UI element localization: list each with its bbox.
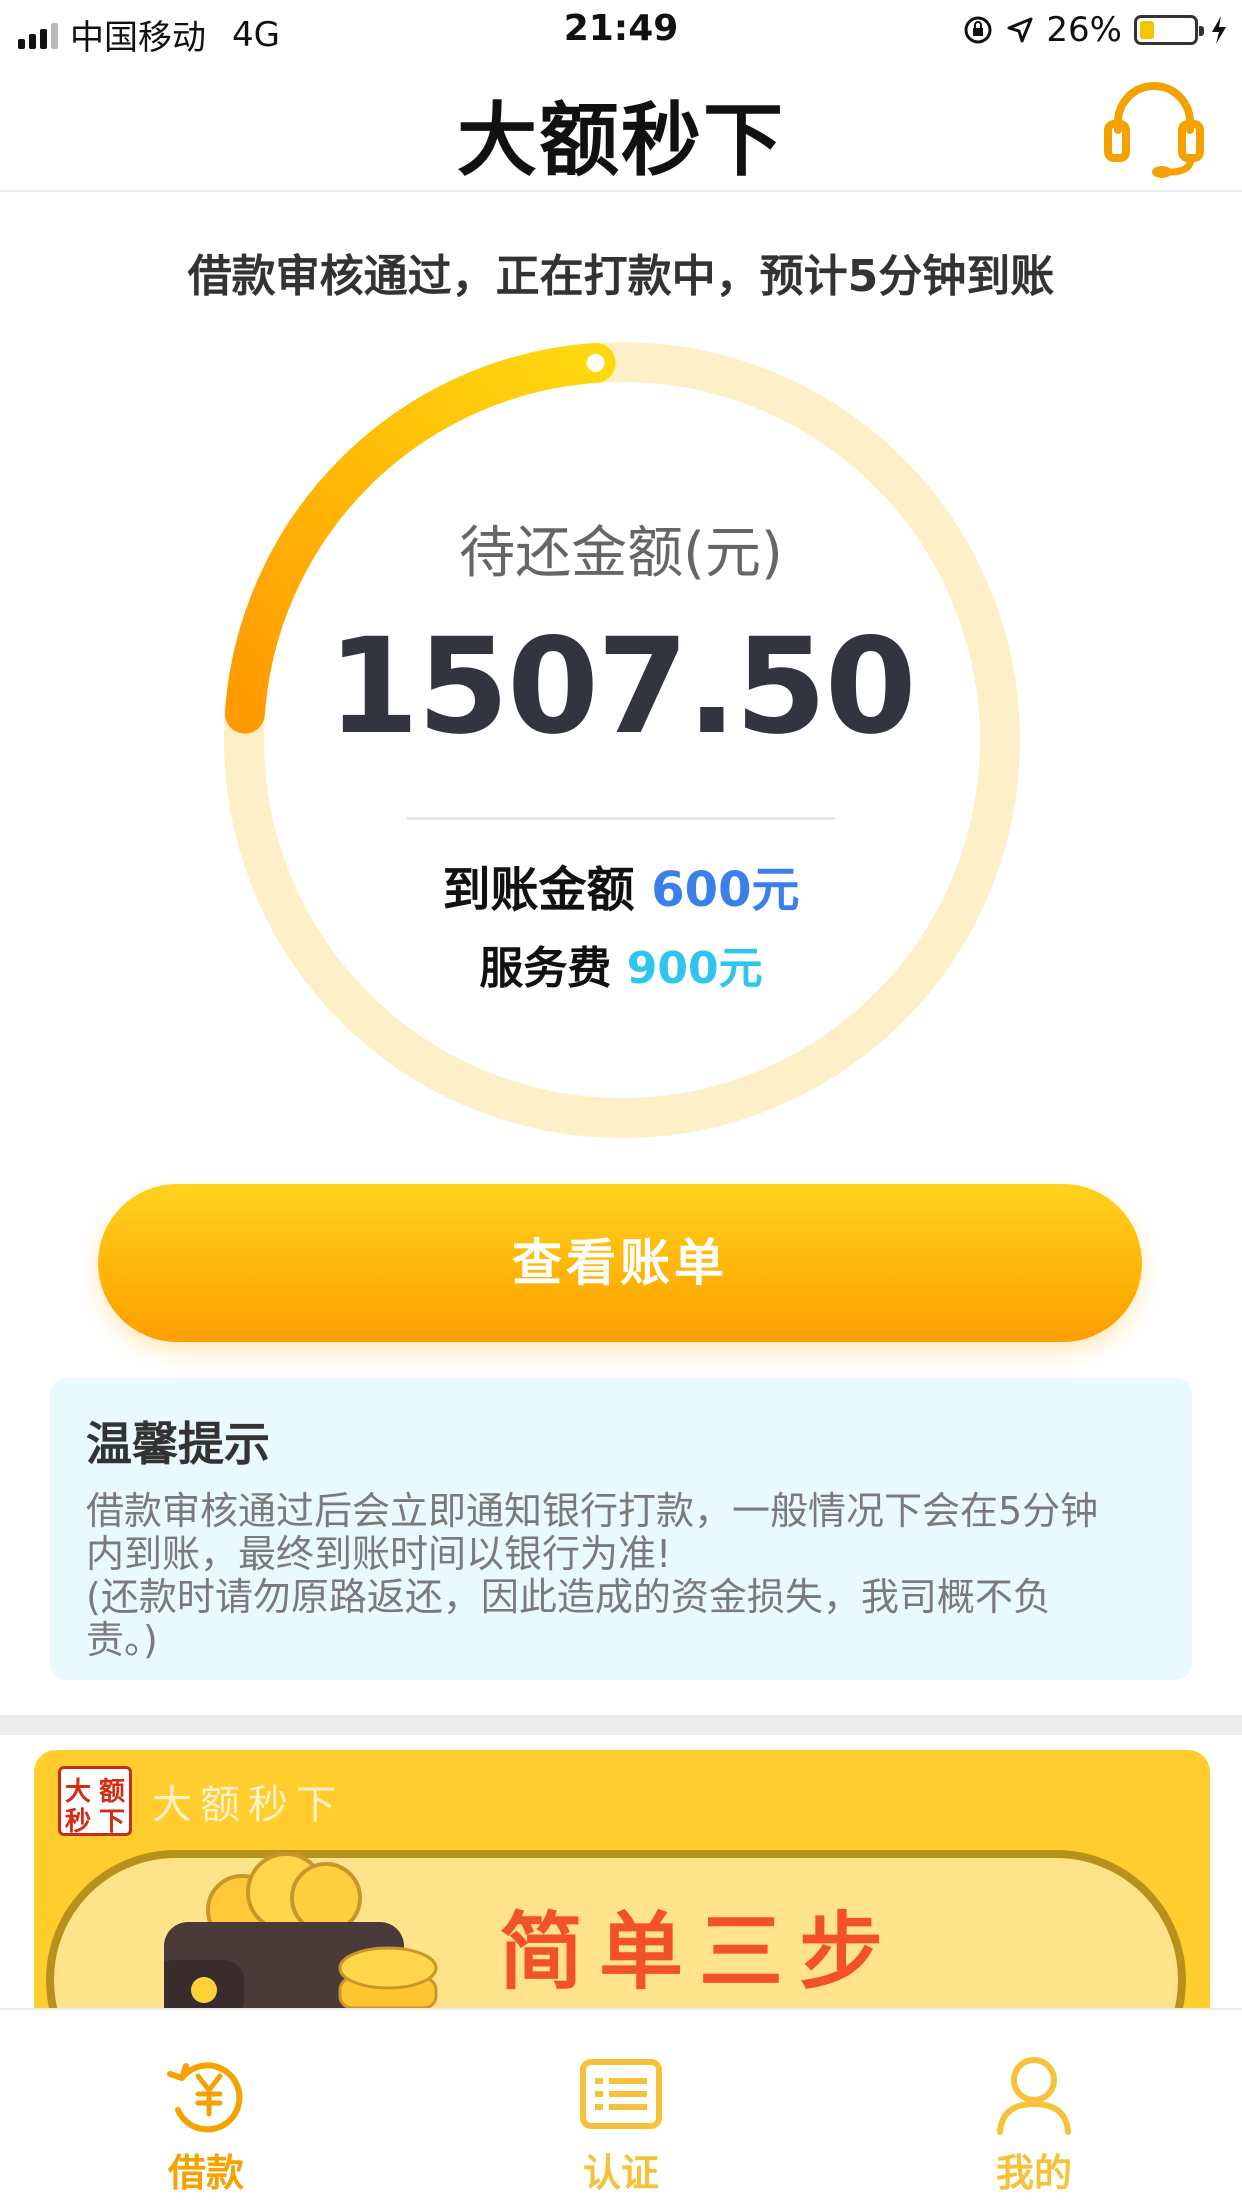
tips-card: 温馨提示 借款审核通过后会立即通知银行打款，一般情况下会在5分钟 内到账，最终到…: [50, 1378, 1192, 1680]
page-title: 大额秒下: [457, 94, 785, 187]
tab-label: 我的: [995, 2151, 1072, 2195]
received-amount-row: 到账金额 600元: [0, 850, 1242, 920]
app-logo: 大 额 秒 下: [58, 1766, 132, 1837]
location-icon: [1007, 17, 1033, 43]
tips-line: (还款时请勿原路返还，因此造成的资金损失，我司概不负: [86, 1575, 1051, 1619]
loan-status-notice: 借款审核通过，正在打款中，预计5分钟到账: [187, 251, 1055, 302]
tab-mine[interactable]: 我的: [914, 2010, 1154, 2208]
tab-verify[interactable]: 认证: [501, 2010, 741, 2208]
tips-line: 责。): [86, 1618, 158, 1662]
tips-line: 内到账，最终到账时间以银行为准!: [86, 1532, 672, 1576]
banner-headline: 简单三步: [499, 1903, 900, 2001]
charging-icon: [1212, 16, 1226, 44]
status-bar: 中国移动 4G 21:49 26%: [0, 0, 1242, 62]
section-separator: [0, 1715, 1242, 1735]
logo-char: 下: [99, 1807, 126, 1837]
yuan-refresh-icon: [167, 2062, 243, 2133]
status-right: 26%: [962, 10, 1228, 50]
service-fee-label: 服务费: [479, 943, 612, 994]
tab-label: 认证: [582, 2151, 659, 2195]
received-amount-label: 到账金额: [442, 862, 635, 918]
progress-knob: [586, 353, 605, 372]
headset-icon[interactable]: [1100, 78, 1208, 178]
view-bill-button[interactable]: 查看账单: [98, 1184, 1142, 1342]
ring-divider: [407, 817, 835, 820]
rotation-lock-icon: [964, 16, 992, 44]
battery-icon: [1134, 15, 1204, 45]
promo-banner[interactable]: 大 额 秒 下 大额秒下 简单三步: [34, 1750, 1210, 2050]
repay-amount-label: 待还金额(元): [459, 521, 783, 586]
user-icon: [997, 2057, 1071, 2135]
repay-amount-value: 1507.50: [327, 610, 916, 764]
tab-label: 借款: [167, 2151, 244, 2195]
battery-percent: 26%: [1046, 10, 1122, 50]
tips-body: 借款审核通过后会立即通知银行打款，一般情况下会在5分钟 内到账，最终到账时间以银…: [86, 1490, 1156, 1662]
service-fee-row: 服务费 900元: [0, 932, 1242, 996]
tips-line: 借款审核通过后会立即通知银行打款，一般情况下会在5分钟: [86, 1489, 1099, 1533]
logo-char: 秒: [65, 1807, 92, 1837]
tab-loan[interactable]: 借款: [86, 2010, 326, 2208]
received-amount-value: 600元: [651, 862, 800, 918]
banner-brand: 大额秒下: [152, 1782, 344, 1828]
tips-title: 温馨提示: [86, 1417, 270, 1471]
service-fee-value: 900元: [626, 943, 763, 994]
tab-bar: 借款 认证 我的: [0, 2008, 1242, 2208]
id-card-icon: [580, 2059, 662, 2129]
nav-header: 大额秒下: [0, 62, 1242, 192]
